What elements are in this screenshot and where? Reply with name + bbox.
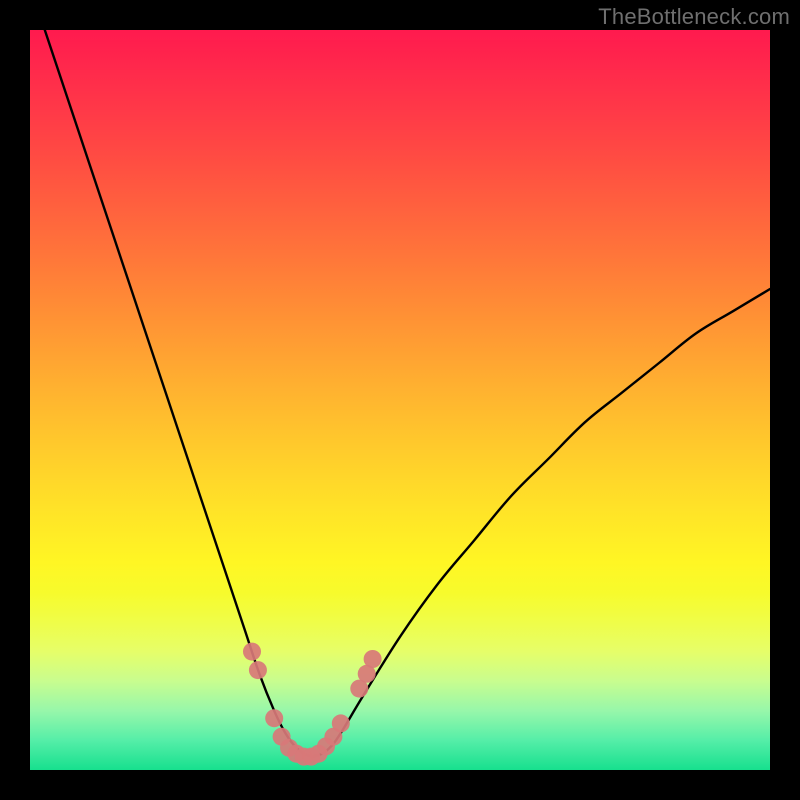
chart-svg: [30, 30, 770, 770]
curve-marker: [265, 709, 283, 727]
chart-frame: TheBottleneck.com: [0, 0, 800, 800]
curve-marker: [364, 650, 382, 668]
curve-marker: [243, 643, 261, 661]
bottleneck-curve: [45, 30, 770, 756]
attribution-watermark: TheBottleneck.com: [598, 4, 790, 30]
curve-marker: [249, 661, 267, 679]
curve-marker: [332, 714, 350, 732]
curve-markers: [243, 643, 382, 766]
chart-plot-area: [30, 30, 770, 770]
